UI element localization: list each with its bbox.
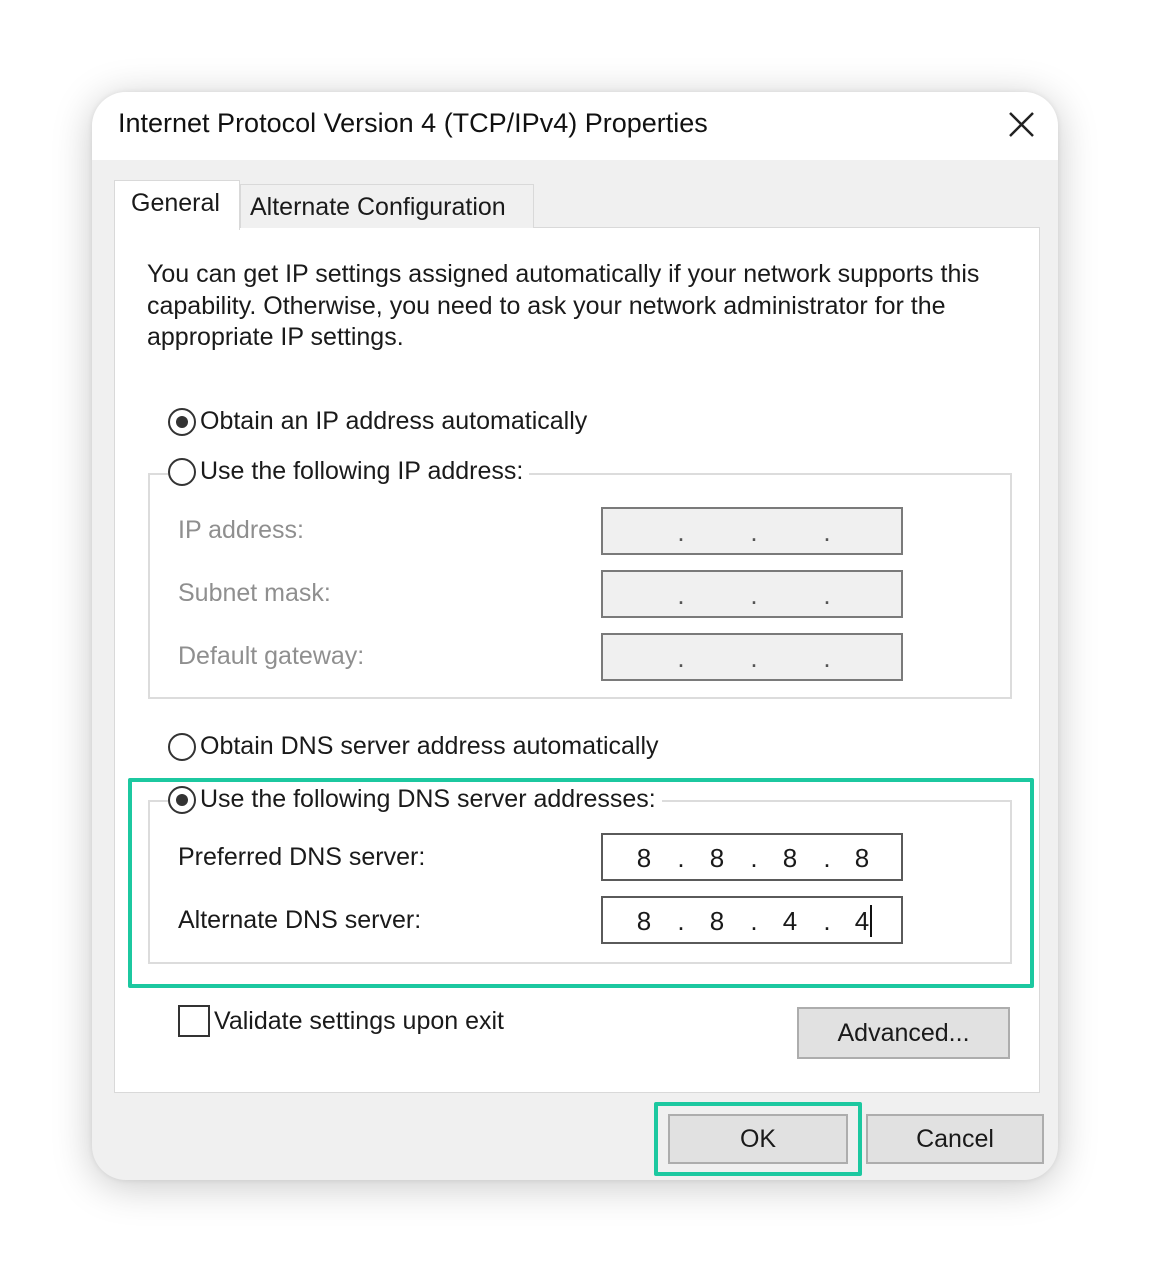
radio-button[interactable]: [168, 457, 196, 486]
ip-address-input: . . .: [601, 507, 903, 555]
advanced-button[interactable]: Advanced...: [797, 1007, 1010, 1059]
dns-highlight-frame: [128, 778, 1034, 988]
ok-button[interactable]: OK: [668, 1114, 848, 1164]
radio-obtain-ip-auto[interactable]: Obtain an IP address automatically: [168, 407, 594, 436]
tcpip-properties-dialog: Internet Protocol Version 4 (TCP/IPv4) P…: [92, 92, 1058, 1180]
title-bar: Internet Protocol Version 4 (TCP/IPv4) P…: [92, 92, 1058, 160]
validate-settings-checkbox[interactable]: Validate settings upon exit: [178, 1005, 504, 1037]
radio-label: Obtain DNS server address automatically: [200, 732, 659, 760]
default-gateway-input: . . .: [601, 633, 903, 681]
default-gateway-label: Default gateway:: [178, 642, 365, 670]
radio-label: Use the following IP address:: [200, 457, 524, 485]
radio-label: Obtain an IP address automatically: [200, 407, 588, 435]
tab-general[interactable]: General: [114, 180, 240, 230]
checkbox-label: Validate settings upon exit: [214, 1006, 505, 1035]
radio-obtain-dns-auto[interactable]: Obtain DNS server address automatically: [168, 732, 665, 761]
radio-button[interactable]: [168, 732, 196, 761]
radio-button-checked[interactable]: [168, 407, 196, 436]
close-icon[interactable]: [1002, 106, 1040, 144]
radio-use-following-ip[interactable]: Use the following IP address:: [168, 457, 530, 486]
checkbox[interactable]: [178, 1005, 210, 1037]
tab-alternate-configuration[interactable]: Alternate Configuration: [240, 184, 534, 228]
intro-text: You can get IP settings assigned automat…: [147, 260, 980, 351]
dialog-title: Internet Protocol Version 4 (TCP/IPv4) P…: [118, 108, 708, 138]
cancel-button[interactable]: Cancel: [866, 1114, 1044, 1164]
subnet-mask-label: Subnet mask:: [178, 579, 331, 607]
ip-address-label: IP address:: [178, 516, 305, 544]
subnet-mask-input: . . .: [601, 570, 903, 618]
